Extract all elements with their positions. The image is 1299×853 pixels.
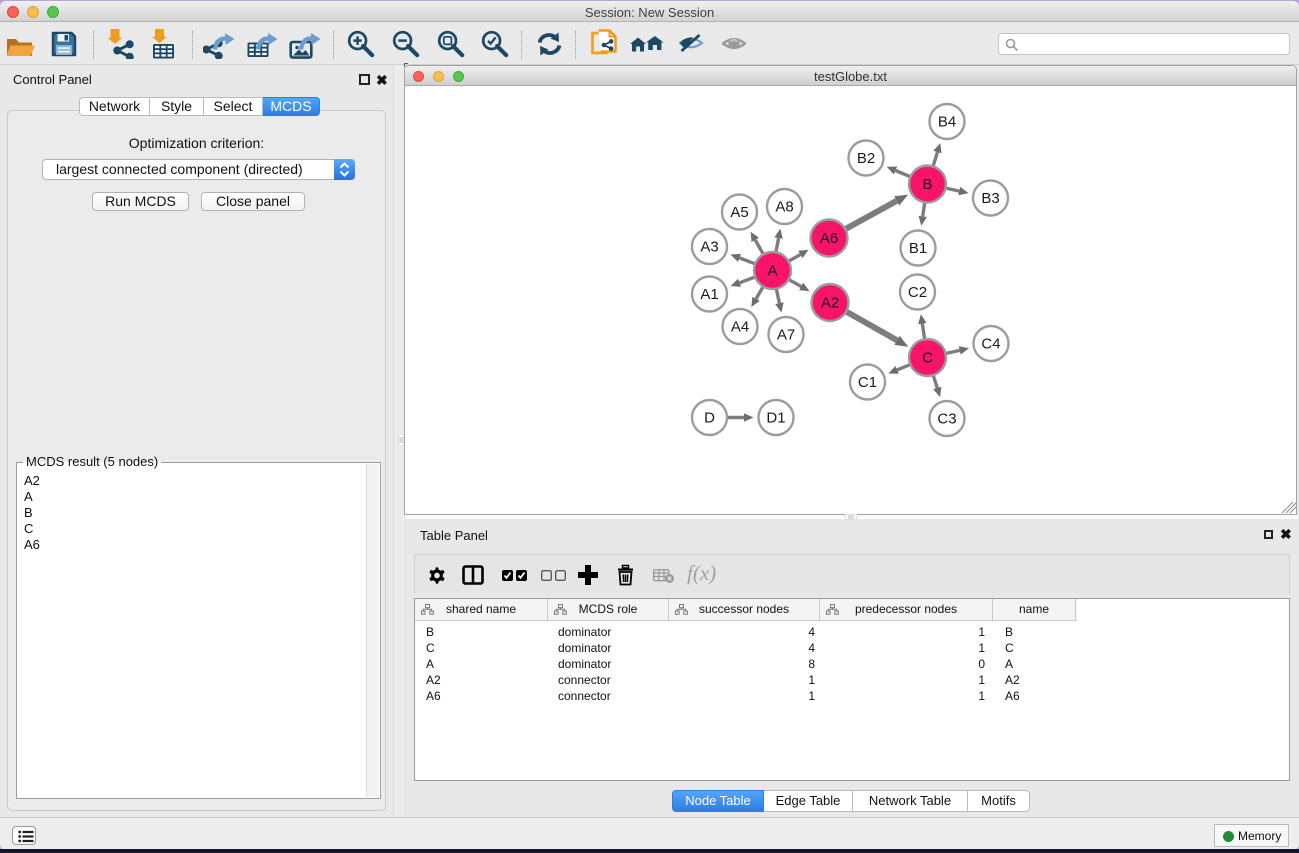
svg-text:C3: C3 [937, 411, 956, 428]
svg-text:A8: A8 [775, 199, 793, 216]
svg-text:B4: B4 [938, 114, 956, 131]
svg-text:D: D [704, 410, 715, 427]
svg-text:B: B [922, 176, 932, 193]
svg-text:B1: B1 [909, 240, 927, 257]
svg-text:A7: A7 [777, 327, 795, 344]
svg-text:C4: C4 [981, 336, 1000, 353]
svg-text:D1: D1 [766, 410, 785, 427]
svg-text:A4: A4 [731, 319, 749, 336]
svg-text:C: C [922, 350, 933, 367]
svg-text:A: A [767, 263, 777, 280]
svg-text:A1: A1 [700, 286, 718, 303]
svg-text:B3: B3 [981, 190, 999, 207]
svg-text:A3: A3 [700, 239, 718, 256]
svg-text:A2: A2 [821, 295, 839, 312]
svg-text:B2: B2 [857, 150, 875, 167]
svg-text:A6: A6 [820, 230, 838, 247]
svg-text:A5: A5 [730, 204, 748, 221]
svg-text:C2: C2 [908, 284, 927, 301]
svg-text:C1: C1 [858, 374, 877, 391]
